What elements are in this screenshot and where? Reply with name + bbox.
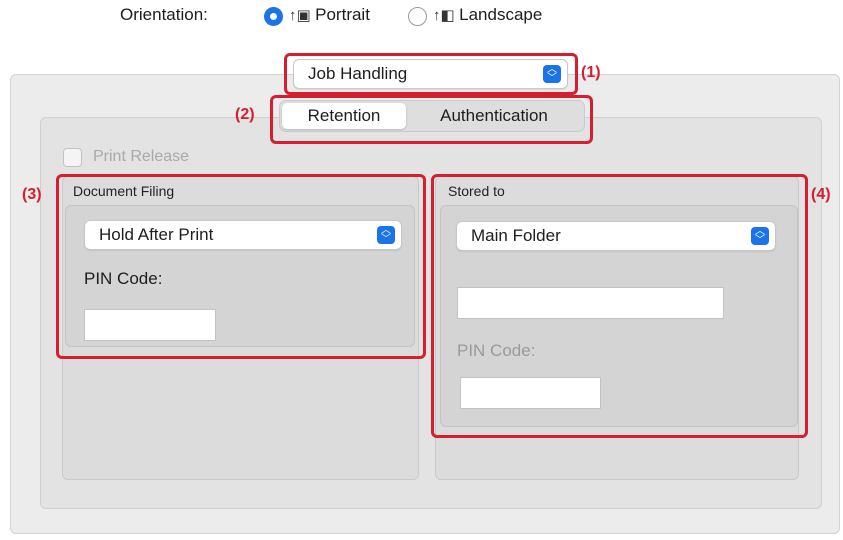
portrait-label: Portrait	[315, 5, 370, 24]
portrait-radio[interactable]	[264, 7, 283, 26]
landscape-radio[interactable]	[408, 7, 427, 26]
callout-marker-4: (4)	[811, 186, 831, 203]
callout-box-2	[270, 95, 593, 144]
orientation-label: Orientation:	[120, 5, 208, 24]
callout-marker-3: (3)	[22, 186, 42, 203]
landscape-label: Landscape	[459, 5, 543, 24]
portrait-orientation-icon: ↑▣	[289, 7, 311, 24]
callout-box-4	[431, 174, 808, 438]
callout-box-1	[284, 53, 578, 95]
portrait-option[interactable]: ↑▣ Portrait	[289, 5, 370, 25]
landscape-option[interactable]: ↑◧ Landscape	[433, 5, 542, 25]
callout-box-3	[56, 174, 426, 359]
callout-marker-2: (2)	[235, 106, 255, 123]
landscape-orientation-icon: ↑◧	[433, 7, 455, 24]
callout-marker-1: (1)	[581, 64, 601, 81]
print-release-checkbox[interactable]	[63, 148, 82, 167]
print-release-label: Print Release	[93, 148, 190, 165]
